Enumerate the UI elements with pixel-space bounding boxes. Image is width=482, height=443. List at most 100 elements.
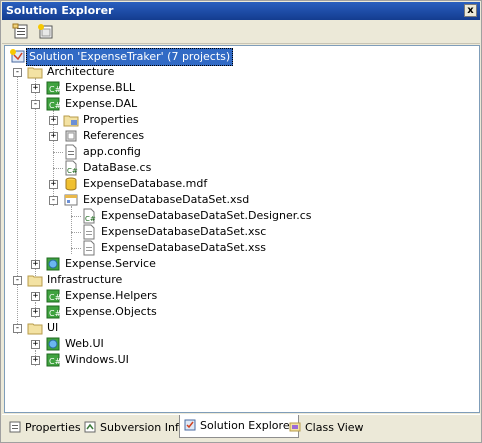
folder-icon — [27, 67, 43, 79]
expand-toggle[interactable]: + — [31, 308, 40, 317]
show-all-files-icon — [38, 24, 53, 39]
tree-node-label: Expense.DAL — [65, 97, 138, 110]
bottom-tab-strip: Properties Subversion Info Solution Expl… — [2, 414, 480, 442]
csharp-file-icon: C# — [65, 160, 78, 176]
collapse-toggle[interactable]: - — [49, 196, 58, 205]
tree-node-expense-objects[interactable]: + C# Expense.Objects — [5, 304, 475, 320]
tree-node-label: Windows.UI — [65, 353, 129, 366]
solution-explorer-icon — [184, 419, 196, 431]
tree-node-solution[interactable]: Solution 'ExpenseTraker' (7 projects) — [5, 48, 475, 66]
tree-node-label: Expense.Helpers — [65, 289, 158, 302]
tree-node-dataset-xsd[interactable]: - ExpenseDatabaseDataSet.xsd — [5, 192, 475, 208]
collapse-toggle[interactable]: - — [13, 68, 22, 77]
web-project-icon — [46, 337, 60, 351]
tree-node-label: Web.UI — [65, 337, 104, 350]
references-icon — [65, 130, 77, 142]
tree-node-web-ui[interactable]: + Web.UI — [5, 336, 475, 352]
tree-node-label: Expense.Objects — [65, 305, 157, 318]
csharp-project-icon: C# — [46, 97, 61, 111]
tree-node-label: Infrastructure — [47, 273, 123, 286]
properties-tab-icon — [9, 421, 21, 433]
show-all-files-button[interactable] — [36, 23, 56, 41]
expand-toggle[interactable]: + — [49, 180, 58, 189]
properties-icon — [12, 23, 28, 39]
tree-node-dataset-designer-cs[interactable]: C# ExpenseDatabaseDataSet.Designer.cs — [5, 208, 475, 224]
dataset-icon — [64, 194, 78, 206]
folder-icon — [27, 323, 43, 335]
tree-node-label: UI — [47, 321, 59, 334]
tab-solution-explorer[interactable]: Solution Explorer — [179, 415, 300, 438]
tree-node-ui[interactable]: - UI — [5, 320, 475, 336]
tree-node-dataset-xsc[interactable]: ExpenseDatabaseDataSet.xsc — [5, 224, 475, 240]
tree-node-label: Expense.Service — [65, 257, 156, 270]
tree-node-label: ExpenseDatabaseDataSet.xsc — [101, 225, 267, 238]
tree-node-dataset-xss[interactable]: ExpenseDatabaseDataSet.xss — [5, 240, 475, 256]
expand-toggle[interactable]: + — [31, 292, 40, 301]
tree-node-label: References — [83, 129, 145, 142]
svg-text:C#: C# — [49, 357, 61, 366]
tree-node-architecture[interactable]: - Architecture — [5, 64, 475, 80]
config-file-icon — [65, 144, 77, 160]
csharp-project-icon: C# — [46, 305, 61, 319]
expand-toggle[interactable]: + — [49, 132, 58, 141]
file-icon — [83, 240, 95, 256]
solution-icon — [10, 49, 25, 63]
tree-node-database-cs[interactable]: C# DataBase.cs — [5, 160, 475, 176]
tree-node-expense-database-mdf[interactable]: + ExpenseDatabase.mdf — [5, 176, 475, 192]
tree-node-infrastructure[interactable]: - Infrastructure — [5, 272, 475, 288]
svg-text:C#: C# — [49, 85, 61, 94]
tree-node-label: DataBase.cs — [83, 161, 152, 174]
subversion-icon — [84, 421, 96, 433]
solution-explorer-window: Solution Explorer x Solution 'ExpenseTra… — [0, 0, 482, 443]
window-title: Solution Explorer — [6, 4, 114, 17]
tree-node-expense-bll[interactable]: + C# Expense.BLL — [5, 80, 475, 96]
csharp-project-icon: C# — [46, 81, 61, 95]
svg-text:C#: C# — [67, 167, 78, 175]
svg-text:C#: C# — [49, 309, 61, 318]
csharp-project-icon: C# — [46, 289, 61, 303]
tab-class-view[interactable]: Class View — [285, 417, 368, 438]
tree-node-label: ExpenseDatabaseDataSet.Designer.cs — [101, 209, 312, 222]
tree-node-app-config[interactable]: app.config — [5, 144, 475, 160]
svg-text:C#: C# — [49, 293, 61, 302]
tab-label: Subversion Info — [100, 421, 186, 434]
expand-toggle[interactable]: + — [31, 356, 40, 365]
collapse-toggle[interactable]: - — [31, 100, 40, 109]
csharp-file-icon: C# — [83, 208, 96, 224]
tab-properties[interactable]: Properties — [5, 417, 85, 438]
properties-button[interactable] — [12, 23, 32, 41]
tree-node-expense-service[interactable]: + Expense.Service — [5, 256, 475, 272]
close-button[interactable]: x — [464, 4, 477, 17]
tree-node-label: ExpenseDatabase.mdf — [83, 177, 208, 190]
collapse-toggle[interactable]: - — [13, 324, 22, 333]
tab-label: Solution Explorer — [200, 419, 295, 432]
collapse-toggle[interactable]: - — [13, 276, 22, 285]
csharp-project-icon: C# — [46, 353, 61, 367]
tree-node-properties[interactable]: + Properties — [5, 112, 475, 128]
tree-node-label: Expense.BLL — [65, 81, 135, 94]
title-bar: Solution Explorer x — [2, 2, 480, 20]
tab-subversion-info[interactable]: Subversion Info — [80, 417, 190, 438]
tree-node-label: Architecture — [47, 65, 115, 78]
solution-tree[interactable]: Solution 'ExpenseTraker' (7 projects) - … — [4, 45, 480, 413]
expand-toggle[interactable]: + — [31, 260, 40, 269]
tree-node-label: ExpenseDatabaseDataSet.xss — [101, 241, 266, 254]
tree-node-expense-dal[interactable]: - C# Expense.DAL — [5, 96, 475, 112]
svg-text:C#: C# — [85, 215, 96, 223]
tree-node-expense-helpers[interactable]: + C# Expense.Helpers — [5, 288, 475, 304]
class-view-icon — [289, 422, 301, 432]
tree-node-label: Properties — [83, 113, 139, 126]
web-project-icon — [46, 257, 60, 271]
tree-node-label: app.config — [83, 145, 141, 158]
tab-label: Properties — [25, 421, 81, 434]
expand-toggle[interactable]: + — [31, 84, 40, 93]
tab-label: Class View — [305, 421, 364, 434]
expand-toggle[interactable]: + — [49, 116, 58, 125]
tree-node-references[interactable]: + References — [5, 128, 475, 144]
tree-node-label: ExpenseDatabaseDataSet.xsd — [83, 193, 250, 206]
expand-toggle[interactable]: + — [31, 340, 40, 349]
file-icon — [83, 224, 95, 240]
toolbar — [2, 20, 480, 44]
folder-icon — [27, 275, 43, 287]
tree-node-windows-ui[interactable]: + C# Windows.UI — [5, 352, 475, 368]
